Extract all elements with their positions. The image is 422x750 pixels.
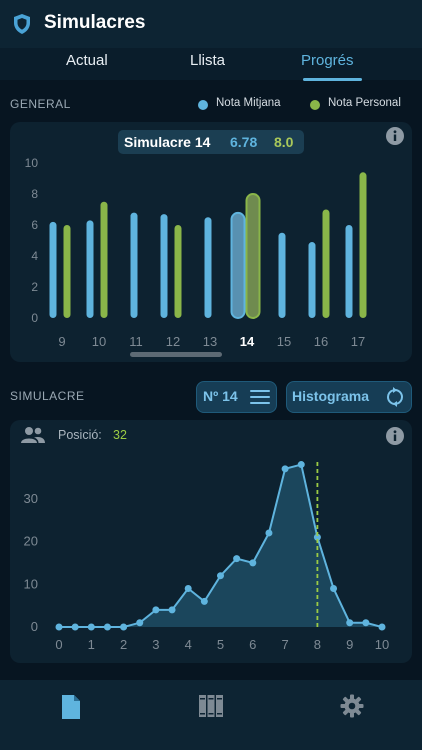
tab-actual[interactable]: Actual [66,52,108,69]
x-tick-label: 4 [185,637,192,652]
y-tick-label: 30 [24,491,38,506]
scroll-indicator [130,352,222,357]
refresh-icon [387,387,403,407]
x-tick-label: 16 [314,334,328,349]
x-tick-label: 15 [277,334,291,349]
bar-personal [63,225,71,318]
bar-personal [174,225,182,318]
x-tick-label: 9 [58,334,65,349]
histogram-point [184,585,192,593]
bar-personal [322,209,330,318]
histogram-point [281,465,289,473]
app-title: Simulacres [44,12,146,33]
bar-mitjana [130,212,138,318]
tab-bar: Actual Llista Progrés [0,48,422,80]
y-tick-label: 0 [31,619,38,634]
histogram-point [265,529,273,537]
legend-dot-mitjana [198,100,208,110]
histogram-point [136,619,144,627]
bar-mitjana [204,217,212,318]
legend-dot-personal [310,100,320,110]
bar-mitjana [308,242,316,318]
x-tick-label: 7 [281,637,288,652]
library-icon[interactable] [198,694,224,718]
tooltip-mitjana: 6.78 [230,134,257,150]
bar-mitjana [345,225,353,318]
tooltip-title: Simulacre 14 [124,134,211,150]
x-tick-label: 11 [129,334,143,349]
bar-mitjana [230,211,246,319]
bar-personal [100,201,108,318]
app-header: Simulacres [0,0,422,48]
histogram-point [200,597,208,605]
y-tick-label: 10 [25,156,39,170]
bar-personal [359,172,367,318]
tab-progres[interactable]: Progrés [301,52,354,69]
histogram-point [168,606,176,614]
x-tick-label: 10 [375,637,389,652]
histogram-point [152,606,160,614]
histogram-point [71,623,79,631]
histogram-toggle-button[interactable]: Histograma [286,381,412,413]
histogram-area [59,464,382,627]
y-tick-label: 6 [31,218,38,232]
x-tick-label: 6 [249,637,256,652]
general-bar-chart: 0 2 4 6 8 10 9 10 11 12 13 14 15 16 17 Simulacre 14 6.78… [25,130,367,357]
simulacre-number-button[interactable]: Nº 14 [196,381,277,413]
simulacre-number-label: Nº 14 [203,388,238,404]
bar-mitjana [49,221,57,318]
y-tick-label: 4 [31,249,38,263]
histogram-point [55,623,63,631]
simulacre-histogram: 0 10 20 30 0 1 2 3 4 5 6 7 8 9 10 [24,461,389,652]
x-tick-label: 5 [217,637,224,652]
gear-icon[interactable] [340,694,364,718]
menu-icon [250,390,270,404]
tooltip-personal: 8.0 [274,134,294,150]
tab-llista[interactable]: Llista [190,52,225,69]
x-tick-label: 17 [351,334,365,349]
y-tick-label: 20 [24,534,38,549]
histogram-point [103,623,111,631]
y-tick-label: 8 [31,187,38,201]
x-tick-label: 3 [152,637,159,652]
histogram-point [297,461,305,469]
histogram-point [378,623,386,631]
simulacre-section-label: SIMULACRE [10,389,85,403]
general-section-label: GENERAL [10,97,71,111]
x-tick-label: 1 [88,637,95,652]
y-tick-label: 2 [31,280,38,294]
histogram-point [87,623,95,631]
x-tick-label: 13 [203,334,217,349]
legend-label-personal: Nota Personal [328,97,401,109]
bottom-tab-bar [0,680,422,750]
bar-mitjana [86,220,94,318]
histogram-point [330,585,338,593]
histogram-point [362,619,370,627]
x-tick-label: 8 [314,637,321,652]
bar-personal [245,193,261,319]
histogram-label: Histograma [292,388,370,404]
x-tick-label: 12 [166,334,180,349]
bar-mitjana [160,214,168,318]
x-tick-label: 2 [120,637,127,652]
histogram-point [120,623,128,631]
legend-label-mitjana: Nota Mitjana [216,97,281,109]
x-tick-label: 0 [55,637,62,652]
active-tab-indicator [303,78,362,81]
y-tick-label: 0 [31,311,38,325]
bar-mitjana [278,232,286,318]
histogram-point [217,572,224,580]
document-icon[interactable] [60,694,82,720]
y-tick-label: 10 [24,576,38,591]
histogram-point [233,555,241,563]
shield-icon [14,14,30,34]
histogram-point [249,559,257,567]
histogram-point [346,619,354,627]
x-tick-label: 9 [346,637,353,652]
x-tick-label: 14 [240,334,255,349]
x-tick-label: 10 [92,334,106,349]
